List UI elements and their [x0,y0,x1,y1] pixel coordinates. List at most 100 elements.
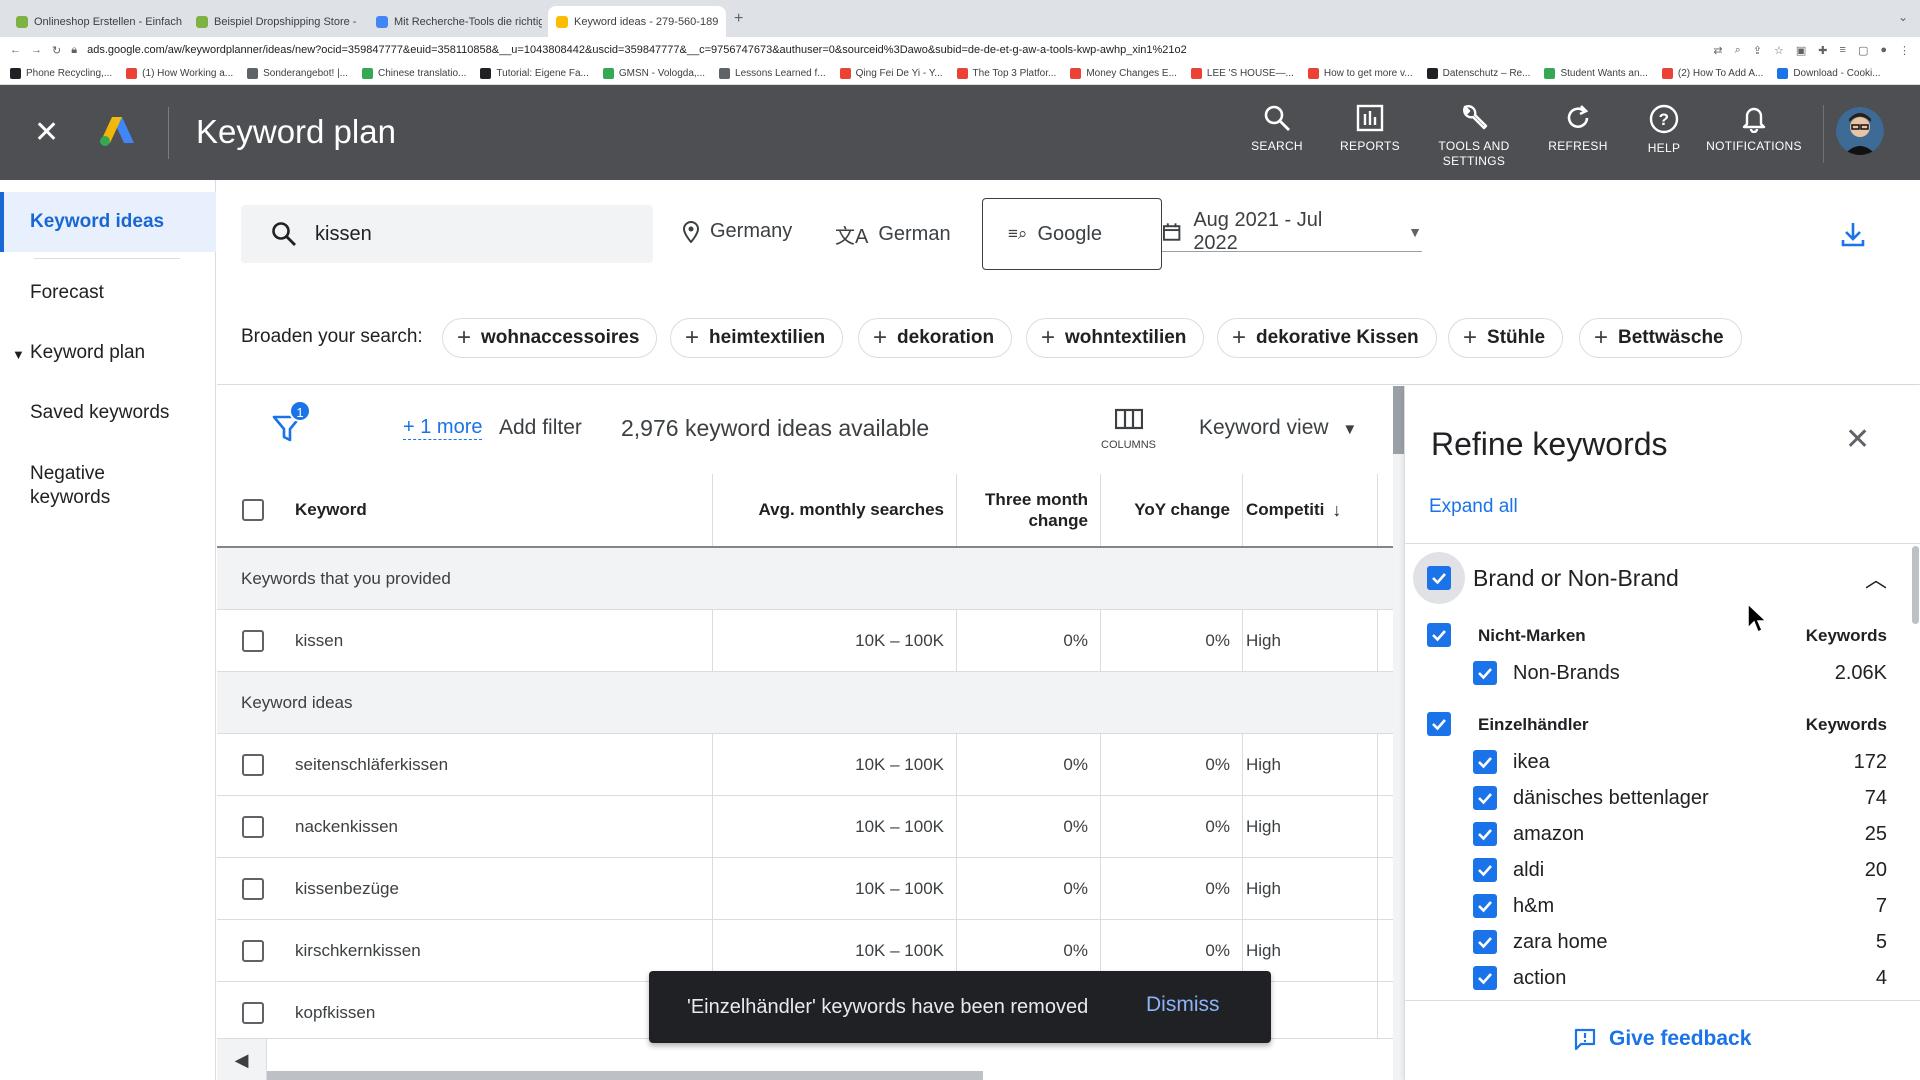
column-header-avg-monthly-searches[interactable]: Avg. monthly searches [712,474,945,546]
date-range-selector[interactable]: Aug 2021 - Jul 2022 ▼ [1162,209,1422,254]
table-row[interactable]: kissenbezüge 10K – 100K 0% 0% High [217,858,1393,920]
bookmark-item[interactable]: (2) How To Add A... [1661,68,1763,79]
browser-tab[interactable]: Onlineshop Erstellen - Einfach ✕ [8,6,182,37]
tools-and-settings-button[interactable]: TOOLS AND SETTINGS [1419,103,1529,169]
refine-item-checkbox[interactable] [1473,822,1497,846]
columns-button[interactable]: COLUMNS [1101,408,1156,451]
zoom-icon[interactable]: ⌕ [1735,44,1741,57]
star-icon[interactable]: ☆ [1774,44,1784,57]
refine-item-checkbox[interactable] [1473,930,1497,954]
refine-item-checkbox[interactable] [1473,894,1497,918]
window-icon[interactable]: ▢ [1858,44,1868,57]
back-icon[interactable]: ← [10,44,21,56]
bookmark-item[interactable]: Phone Recycling,... [10,68,112,79]
keyword-view-select[interactable]: Keyword view ▼ [1199,416,1357,440]
broaden-chip[interactable]: + Stühle [1448,318,1564,358]
bookmark-item[interactable]: Qing Fei De Yi - Y... [839,68,943,79]
row-checkbox[interactable] [242,753,264,776]
scrollbar-thumb[interactable] [267,1071,983,1080]
extension-icon[interactable]: ▣ [1796,44,1806,57]
select-all-checkbox[interactable] [242,499,264,521]
refine-item-checkbox[interactable] [1473,786,1497,810]
close-icon[interactable]: ✕ [1845,422,1870,457]
chevron-left-icon[interactable]: ◀ [217,1039,267,1080]
refine-item-checkbox[interactable] [1473,661,1497,685]
expand-all-link[interactable]: Expand all [1429,496,1518,518]
bookmark-item[interactable]: Sonderangebot! |... [247,68,348,79]
scrollbar-thumb[interactable] [1912,546,1919,624]
refine-item-checkbox[interactable] [1473,858,1497,882]
reports-button[interactable]: REPORTS [1315,103,1425,154]
bookmark-item[interactable]: The Top 3 Platfor... [956,68,1056,79]
sidebar-item-forecast[interactable]: Forecast [0,282,216,304]
sidebar-item-negative-keywords[interactable]: Negative keywords [0,462,150,510]
panel-scrollbar[interactable] [1910,544,1920,974]
location-selector[interactable]: Germany [682,220,792,243]
network-selector[interactable]: ≡⌕ Google [982,198,1162,270]
new-tab-icon[interactable]: + [734,10,743,28]
table-row[interactable]: nackenkissen 10K – 100K 0% 0% High [217,796,1393,858]
broaden-chip[interactable]: + Bettwäsche [1579,318,1742,358]
refine-group-checkbox[interactable] [1427,623,1451,647]
download-icon[interactable] [1839,220,1867,248]
vertical-scrollbar[interactable] [1393,386,1404,1080]
table-row[interactable]: seitenschläferkissen 10K – 100K 0% 0% High [217,734,1393,796]
horizontal-scrollbar[interactable]: ◀ [217,1038,1393,1080]
share-icon[interactable]: ⇪ [1753,44,1762,57]
dismiss-button[interactable]: Dismiss [1146,993,1220,1017]
language-selector[interactable]: 文A German [835,220,951,249]
puzzle-icon[interactable]: ✚ [1818,44,1827,57]
table-row[interactable]: kissen 10K – 100K 0% 0% High [217,610,1393,672]
bookmark-item[interactable]: Chinese translatio... [362,68,466,79]
broaden-chip[interactable]: + wohnaccessoires [442,318,658,358]
bookmark-item[interactable]: (1) How Working a... [126,68,233,79]
bookmark-item[interactable]: Student Wants an... [1544,68,1648,79]
close-icon[interactable]: ✕ [724,15,726,29]
add-filter-button[interactable]: Add filter [499,416,582,440]
column-header-competition[interactable]: Competiti ↓ [1246,474,1341,546]
refine-item-checkbox[interactable] [1473,966,1497,990]
browser-tab[interactable]: Mit Recherche-Tools die richtig ✕ [368,6,542,37]
reload-icon[interactable]: ↻ [52,44,61,57]
row-checkbox[interactable] [242,629,264,652]
tab-search-icon[interactable]: ⌄ [1898,10,1908,24]
sidebar-item-keyword-plan[interactable]: ▼ Keyword plan [0,342,216,364]
broaden-chip[interactable]: + dekoration [858,318,1013,358]
sidebar-item-saved-keywords[interactable]: Saved keywords [0,402,216,424]
url-text[interactable]: ads.google.com/aw/keywordplanner/ideas/n… [87,44,1703,56]
bookmark-item[interactable]: How to get more v... [1307,68,1413,79]
row-checkbox[interactable] [242,877,264,900]
column-header-three-month-change[interactable]: Three month change [956,474,1088,546]
sidebar-item-keyword-ideas[interactable]: Keyword ideas [0,192,216,252]
row-checkbox[interactable] [242,939,264,962]
broaden-chip[interactable]: + wohntextilien [1026,318,1205,358]
bookmark-item[interactable]: Datenschutz – Re... [1426,68,1530,79]
bookmark-item[interactable]: Money Changes E... [1070,68,1177,79]
give-feedback-button[interactable]: Give feedback [1573,1027,1751,1051]
row-checkbox[interactable] [242,1001,264,1024]
browser-tab-active[interactable]: Keyword ideas - 279-560-189 ✕ [548,6,726,37]
browser-tab[interactable]: Beispiel Dropshipping Store - ✕ [188,6,362,37]
profile-icon[interactable]: ● [1880,44,1887,57]
translate-icon[interactable]: ⇄ [1713,44,1722,57]
refine-item-checkbox[interactable] [1473,750,1497,774]
column-header-yoy-change[interactable]: YoY change [1100,474,1230,546]
close-icon[interactable]: ✕ [34,115,59,150]
column-header-keyword[interactable]: Keyword [295,474,367,546]
keyword-search-input[interactable]: kissen [241,205,653,263]
notifications-button[interactable]: NOTIFICATIONS [1699,103,1809,154]
avatar[interactable] [1836,107,1884,155]
chevron-up-icon[interactable]: ︿ [1865,562,1887,594]
scrollbar-thumb[interactable] [1393,386,1404,454]
broaden-chip[interactable]: + heimtextilien [670,318,844,358]
row-checkbox[interactable] [242,815,264,838]
brand-section-checkbox[interactable] [1427,566,1451,590]
forward-icon[interactable]: → [31,44,42,56]
bookmark-item[interactable]: GMSN - Vologda,... [602,68,705,79]
more-filters-link[interactable]: + 1 more [403,416,483,440]
bookmark-item[interactable]: Tutorial: Eigene Fa... [480,68,589,79]
bookmark-item[interactable]: Lessons Learned f... [719,68,826,79]
menu-icon[interactable]: ⋮ [1899,44,1910,57]
broaden-chip[interactable]: + dekorative Kissen [1217,318,1437,358]
bookmark-item[interactable]: LEE 'S HOUSE—... [1190,68,1294,79]
